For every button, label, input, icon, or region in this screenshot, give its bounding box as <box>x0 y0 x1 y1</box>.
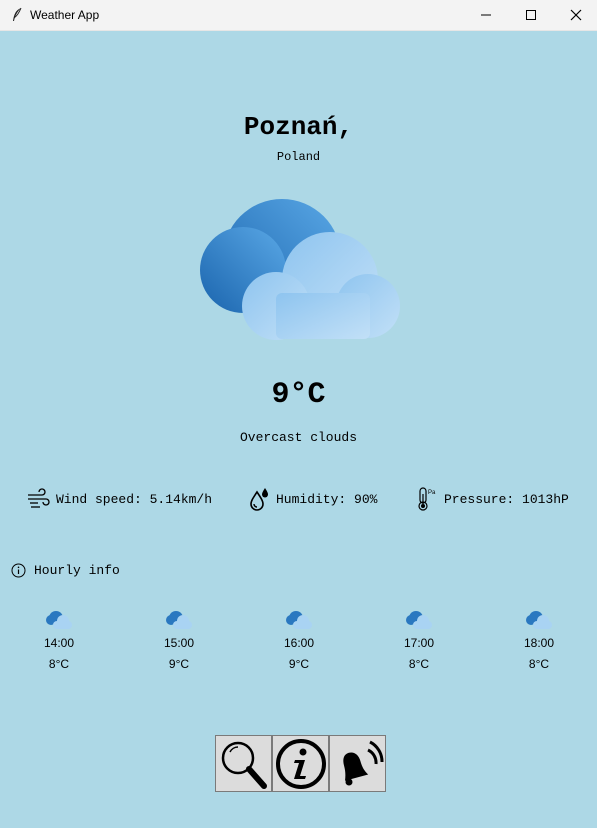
hourly-temp: 8°C <box>408 657 430 671</box>
hourly-time: 14:00 <box>43 636 75 650</box>
info-icon <box>275 738 326 789</box>
humidity: Humidity: 90% <box>246 486 377 512</box>
hourly-time: 15:00 <box>163 636 195 650</box>
close-button[interactable] <box>553 0 597 30</box>
hourly-item: 16:00 9°C <box>269 610 329 673</box>
pressure-label: Pressure: 1013hP <box>444 491 569 507</box>
hourly-temp: 9°C <box>168 657 190 671</box>
cloud-icon <box>526 611 552 629</box>
window-title: Weather App <box>30 8 100 22</box>
thermometer-icon: Pa <box>418 487 436 511</box>
hourly-header: Hourly info <box>11 563 120 578</box>
country-name: Poland <box>276 150 321 164</box>
search-icon <box>221 741 267 789</box>
wind-speed-label: Wind speed: 5.14km/h <box>56 491 213 507</box>
cloud-icon <box>406 611 432 629</box>
bottom-toolbar <box>215 735 386 792</box>
hourly-time: 17:00 <box>403 636 435 650</box>
hourly-time: 16:00 <box>283 636 315 650</box>
humidity-label: Humidity: 90% <box>276 491 378 507</box>
city-name: Poznań, <box>243 112 354 142</box>
cloud-icon <box>200 199 400 340</box>
cloud-icon <box>46 611 72 629</box>
search-button[interactable] <box>215 735 272 792</box>
info-button[interactable] <box>272 735 329 792</box>
hourly-item: 15:00 9°C <box>149 610 209 673</box>
feather-icon <box>13 7 22 21</box>
hourly-item: 17:00 8°C <box>389 610 449 673</box>
hourly-item: 18:00 8°C <box>509 610 569 673</box>
temperature: 9°C <box>271 378 326 412</box>
svg-text:Pa: Pa <box>428 490 436 496</box>
weather-description: Overcast clouds <box>239 430 358 445</box>
close-icon <box>570 9 582 21</box>
hourly-temp: 9°C <box>288 657 310 671</box>
cloud-icon <box>166 611 192 629</box>
pressure: Pa Pressure: 1013hP <box>414 486 569 512</box>
hourly-item: 14:00 8°C <box>29 610 89 673</box>
window-titlebar: Weather App <box>0 0 597 31</box>
maximize-icon <box>526 10 536 20</box>
wind-icon <box>28 488 50 508</box>
alarm-button[interactable] <box>329 735 386 792</box>
cloud-icon <box>286 611 312 629</box>
alarm-bell-icon <box>342 740 384 785</box>
hourly-header-label: Hourly info <box>34 563 120 578</box>
minimize-icon <box>481 14 491 16</box>
water-drops-icon <box>250 488 268 511</box>
hourly-time: 18:00 <box>523 636 555 650</box>
minimize-button[interactable] <box>463 0 509 30</box>
hourly-temp: 8°C <box>48 657 70 671</box>
maximize-button[interactable] <box>508 0 554 30</box>
info-circle-icon <box>11 563 26 578</box>
wind-speed: Wind speed: 5.14km/h <box>26 486 212 512</box>
hourly-temp: 8°C <box>528 657 550 671</box>
